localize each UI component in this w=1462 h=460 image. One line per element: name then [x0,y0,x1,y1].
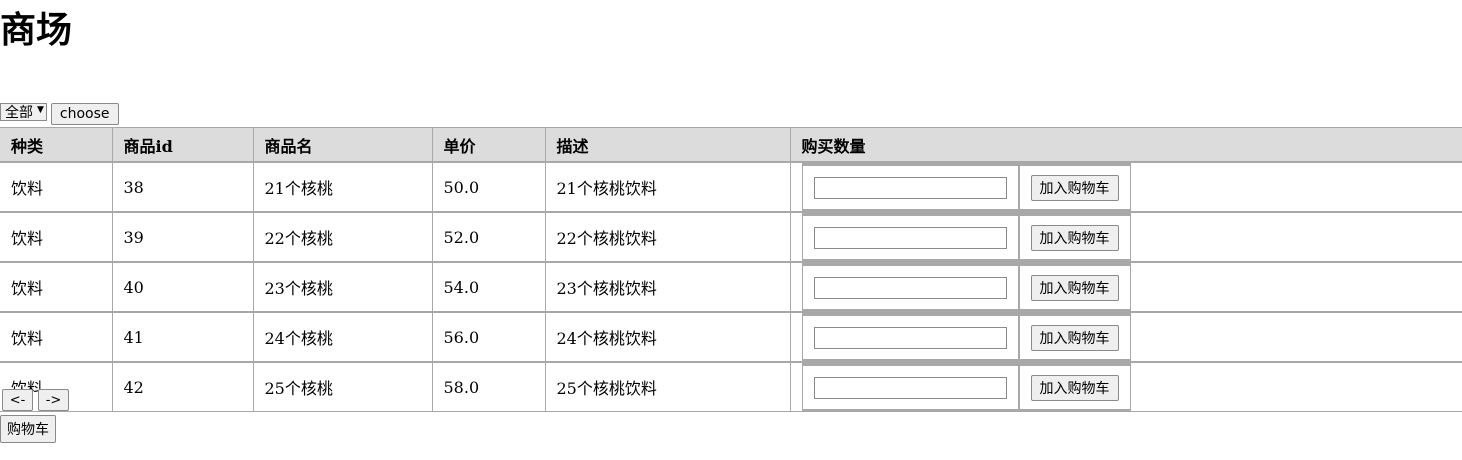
cell-description: 25个核桃饮料 [544,361,791,412]
cell-name: 24个核桃 [252,311,433,363]
cell-price: 52.0 [431,211,546,263]
add-to-cart-button[interactable]: 加入购物车 [1030,224,1119,251]
cell-category: 饮料 [0,211,113,263]
page: 商场 全部 ▼ choose 种类 商品id 商品名 单价 描述 购买数量 饮料… [0,0,1462,460]
table-row: 饮料 39 22个核桃 52.0 22个核桃饮料 加入购物车 [0,211,1462,263]
page-title: 商场 [0,10,73,51]
cell-id: 38 [111,161,254,213]
quantity-form: 加入购物车 [801,213,1131,261]
cell-category: 饮料 [0,161,113,213]
add-to-cart-button[interactable]: 加入购物车 [1030,174,1119,201]
add-button-cell: 加入购物车 [1018,264,1130,310]
cell-name: 23个核桃 [252,261,433,313]
dropdown-arrow-icon: ▼ [37,105,44,115]
cell-id: 42 [111,361,254,412]
cart-button[interactable]: 购物车 [0,415,56,443]
cell-quantity: 加入购物车 [789,311,1462,363]
header-description: 描述 [544,127,791,163]
add-to-cart-button[interactable]: 加入购物车 [1030,374,1119,401]
quantity-input[interactable] [813,226,1007,249]
quantity-input[interactable] [813,326,1007,349]
cell-price: 58.0 [431,361,546,412]
cell-name: 22个核桃 [252,211,433,263]
header-price: 单价 [431,127,546,163]
header-id: 商品id [111,127,254,163]
choose-button[interactable]: choose [50,103,119,125]
cell-description: 22个核桃饮料 [544,211,791,263]
filter-row: 全部 ▼ choose [0,103,119,125]
add-button-cell: 加入购物车 [1018,214,1130,260]
table-header-row: 种类 商品id 商品名 单价 描述 购买数量 [0,127,1462,163]
add-button-cell: 加入购物车 [1018,314,1130,360]
add-button-cell: 加入购物车 [1018,164,1130,210]
quantity-input[interactable] [813,376,1007,399]
add-to-cart-button[interactable]: 加入购物车 [1030,274,1119,301]
add-button-cell: 加入购物车 [1018,364,1130,410]
cell-id: 40 [111,261,254,313]
add-to-cart-button[interactable]: 加入购物车 [1030,324,1119,351]
goods-table: 种类 商品id 商品名 单价 描述 购买数量 饮料 38 21个核桃 50.0 … [0,127,1462,412]
cell-id: 41 [111,311,254,363]
cell-quantity: 加入购物车 [789,361,1462,412]
quantity-input-cell [802,364,1019,410]
table-row: 饮料 42 25个核桃 58.0 25个核桃饮料 加入购物车 [0,361,1462,412]
category-select[interactable]: 全部 ▼ [0,103,47,121]
cell-price: 50.0 [431,161,546,213]
header-quantity: 购买数量 [789,127,1462,163]
quantity-form: 加入购物车 [801,163,1131,211]
quantity-input-cell [802,264,1019,310]
cell-description: 23个核桃饮料 [544,261,791,313]
table-row: 饮料 41 24个核桃 56.0 24个核桃饮料 加入购物车 [0,311,1462,363]
quantity-input-cell [802,164,1019,210]
table-row: 饮料 38 21个核桃 50.0 21个核桃饮料 加入购物车 [0,161,1462,213]
cell-description: 24个核桃饮料 [544,311,791,363]
cell-quantity: 加入购物车 [789,211,1462,263]
header-category: 种类 [0,127,113,163]
cell-quantity: 加入购物车 [789,161,1462,213]
quantity-input[interactable] [813,276,1007,299]
cell-name: 21个核桃 [252,161,433,213]
quantity-form: 加入购物车 [801,313,1131,361]
cell-description: 21个核桃饮料 [544,161,791,213]
quantity-form: 加入购物车 [801,263,1131,311]
quantity-form: 加入购物车 [801,363,1131,411]
cell-category: 饮料 [0,311,113,363]
cell-quantity: 加入购物车 [789,261,1462,313]
cell-category: 饮料 [0,261,113,313]
cell-id: 39 [111,211,254,263]
quantity-input-cell [802,214,1019,260]
next-page-button[interactable]: -> [38,389,69,411]
cell-price: 54.0 [431,261,546,313]
table-row: 饮料 40 23个核桃 54.0 23个核桃饮料 加入购物车 [0,261,1462,313]
header-name: 商品名 [252,127,433,163]
quantity-input[interactable] [813,176,1007,199]
category-select-value: 全部 [5,105,33,121]
prev-page-button[interactable]: <- [2,389,33,411]
cell-price: 56.0 [431,311,546,363]
cell-name: 25个核桃 [252,361,433,412]
quantity-input-cell [802,314,1019,360]
pager: <- -> [2,389,69,411]
